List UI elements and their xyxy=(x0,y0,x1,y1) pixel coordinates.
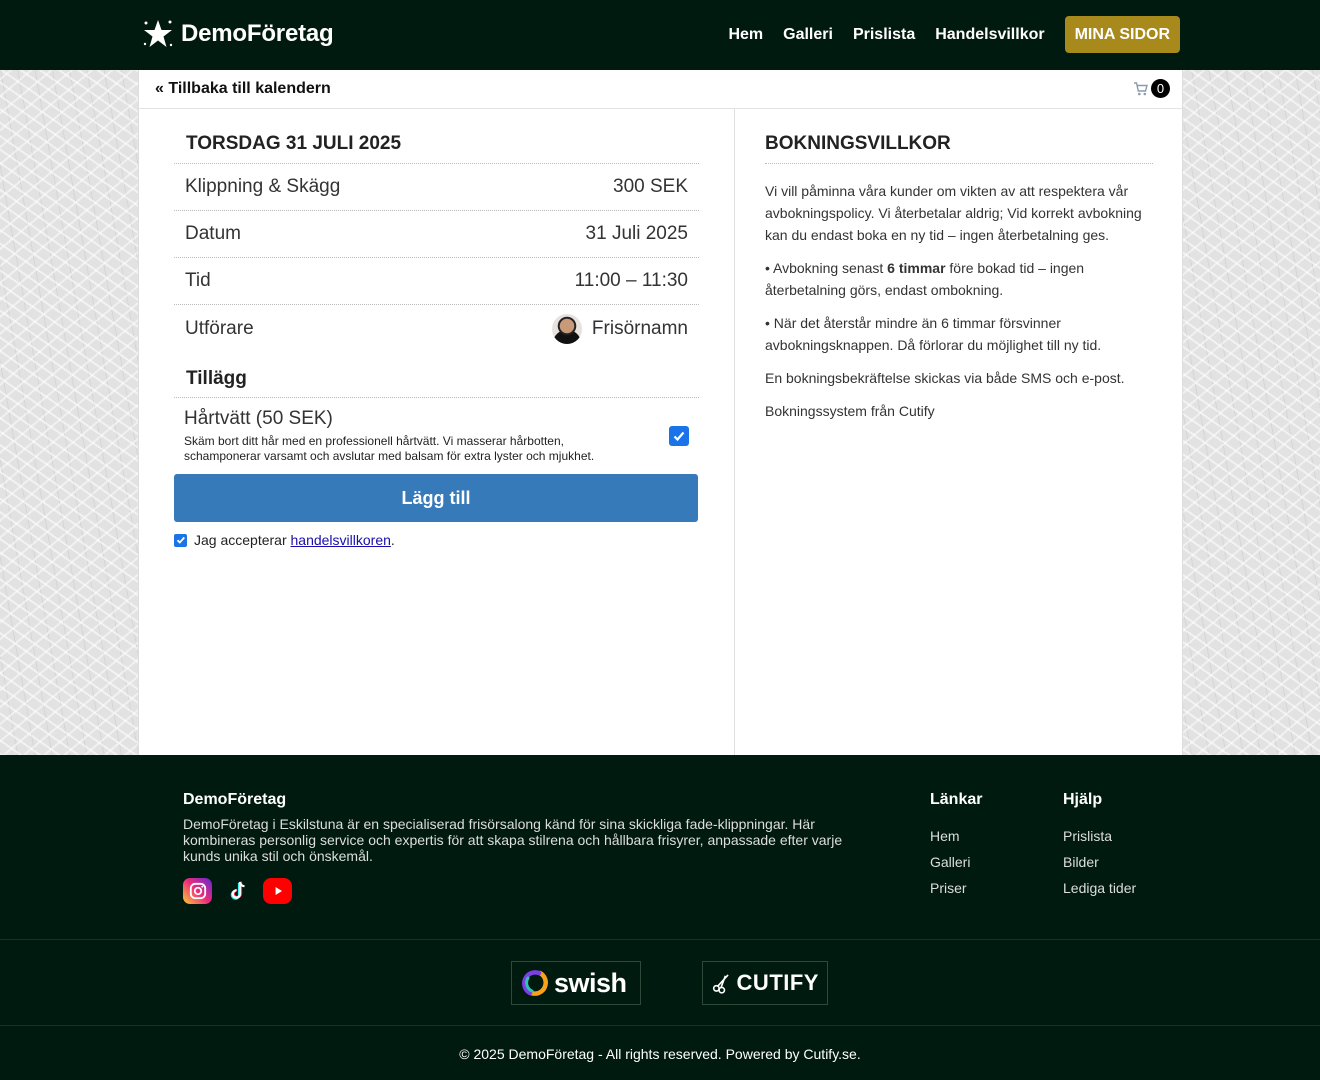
footer-link-priser[interactable]: Priser xyxy=(930,875,982,901)
instagram-icon[interactable] xyxy=(183,878,212,904)
cart-button[interactable]: 0 xyxy=(1133,79,1170,98)
star-icon xyxy=(143,20,173,47)
row-label: Tid xyxy=(185,270,211,291)
footer-link-prislista[interactable]: Prislista xyxy=(1063,823,1136,849)
copyright: © 2025 DemoFöretag - All rights reserved… xyxy=(459,1046,861,1062)
terms-prefix: Jag accepterar xyxy=(194,532,291,548)
performer: Frisörnamn xyxy=(551,313,688,344)
booking-conditions: BOKNINGSVILLKOR Vi vill påminna våra kun… xyxy=(765,109,1153,422)
cond-prefix: • Avbokning senast xyxy=(765,260,888,276)
background-band: « Tillbaka till kalendern 0 TORSDAG 31 J… xyxy=(0,70,1320,755)
service-row: Klippning & Skägg 300 SEK xyxy=(174,164,699,211)
footer-divider xyxy=(0,939,1320,940)
site-header: DemoFöretag Hem Galleri Prislista Handel… xyxy=(0,0,1320,70)
footer-link-bilder[interactable]: Bilder xyxy=(1063,849,1136,875)
social-links xyxy=(183,878,292,904)
booking-summary: TORSDAG 31 JULI 2025 Klippning & Skägg 3… xyxy=(174,109,699,548)
terms-link[interactable]: handelsvillkoren xyxy=(291,532,391,548)
cart-count-badge: 0 xyxy=(1151,79,1170,98)
scissors-icon xyxy=(712,974,729,994)
addon-checkbox[interactable] xyxy=(669,426,689,446)
cutify-logo: CUTIFY xyxy=(702,961,828,1005)
row-value: 31 Juli 2025 xyxy=(585,223,688,244)
row-value: 11:00 – 11:30 xyxy=(574,270,688,291)
swish-text: swish xyxy=(554,967,627,998)
terms-suffix: . xyxy=(390,532,395,548)
conditions-paragraph: En bokningsbekräftelse skickas via både … xyxy=(765,370,1125,386)
time-row: Tid 11:00 – 11:30 xyxy=(174,258,699,305)
conditions-paragraph: • Avbokning senast 6 timmar före bokad t… xyxy=(765,257,1153,301)
booking-details: Klippning & Skägg 300 SEK Datum 31 Juli … xyxy=(174,164,699,352)
conditions-paragraph: • När det återstår mindre än 6 timmar fö… xyxy=(765,315,1102,353)
brand-name: DemoFöretag xyxy=(181,20,334,47)
checkmark-icon xyxy=(673,431,685,442)
terms-checkbox[interactable] xyxy=(174,533,187,547)
brand-link[interactable]: DemoFöretag xyxy=(141,17,334,51)
footer-description: DemoFöretag i Eskilstuna är en specialis… xyxy=(183,816,843,864)
addon-item: Hårtvätt (50 SEK) Skäm bort ditt hår med… xyxy=(174,398,699,474)
row-label: Utförare xyxy=(185,317,254,339)
cond-bold: 6 timmar xyxy=(887,260,946,276)
tiktok-icon[interactable] xyxy=(223,878,252,904)
avatar xyxy=(551,313,582,344)
footer-link-lediga-tider[interactable]: Lediga tider xyxy=(1063,875,1136,901)
addon-name: Hårtvätt (50 SEK) xyxy=(184,408,333,429)
footer-divider xyxy=(0,1025,1320,1026)
booking-day-title: TORSDAG 31 JULI 2025 xyxy=(174,109,699,164)
nav-hem[interactable]: Hem xyxy=(728,16,763,53)
row-value: Frisörnamn xyxy=(591,317,688,339)
main-nav: Hem Galleri Prislista Handelsvillkor MIN… xyxy=(728,16,1180,53)
terms-text: Jag accepterar handelsvillkoren. xyxy=(194,532,395,548)
nav-galleri[interactable]: Galleri xyxy=(783,16,833,53)
conditions-paragraph: Bokningssystem från Cutify xyxy=(765,403,935,419)
row-label: Klippning & Skägg xyxy=(185,176,341,197)
addon-description: Skäm bort ditt hår med en professionell … xyxy=(184,434,595,463)
booking-panel: « Tillbaka till kalendern 0 TORSDAG 31 J… xyxy=(138,70,1183,755)
footer-links: Länkar Hem Galleri Priser xyxy=(930,791,982,901)
youtube-icon[interactable] xyxy=(263,878,292,904)
panel-topbar: « Tillbaka till kalendern 0 xyxy=(139,70,1182,109)
mina-sidor-button[interactable]: MINA SIDOR xyxy=(1064,16,1180,53)
conditions-title: BOKNINGSVILLKOR xyxy=(765,109,1153,164)
swish-logo: swish xyxy=(511,961,641,1005)
add-button[interactable]: Lägg till xyxy=(174,474,698,522)
cutify-text: CUTIFY xyxy=(736,970,819,995)
checkmark-icon xyxy=(176,536,185,544)
footer-help-title: Hjälp xyxy=(1063,791,1103,808)
footer-brand: DemoFöretag xyxy=(183,791,287,808)
swish-icon xyxy=(522,970,548,996)
site-footer: DemoFöretag DemoFöretag i Eskilstuna är … xyxy=(0,755,1320,1080)
nav-prislista[interactable]: Prislista xyxy=(853,16,915,53)
date-row: Datum 31 Juli 2025 xyxy=(174,211,699,258)
row-value: 300 SEK xyxy=(613,176,688,197)
row-label: Datum xyxy=(185,223,241,244)
addons-title: Tillägg xyxy=(174,354,699,398)
footer-link-hem[interactable]: Hem xyxy=(930,823,982,849)
back-to-calendar-link[interactable]: « Tillbaka till kalendern xyxy=(155,80,331,98)
terms-acceptance: Jag accepterar handelsvillkoren. xyxy=(174,532,699,548)
conditions-paragraph: Vi vill påminna våra kunder om vikten av… xyxy=(765,183,1142,243)
cart-icon xyxy=(1134,81,1148,95)
nav-handelsvillkor[interactable]: Handelsvillkor xyxy=(935,16,1044,53)
footer-link-galleri[interactable]: Galleri xyxy=(930,849,982,875)
footer-help: Hjälp Prislista Bilder Lediga tider xyxy=(1063,791,1136,901)
column-divider xyxy=(734,109,735,755)
performer-row: Utförare Frisörnamn xyxy=(174,305,699,352)
footer-links-title: Länkar xyxy=(930,791,983,808)
